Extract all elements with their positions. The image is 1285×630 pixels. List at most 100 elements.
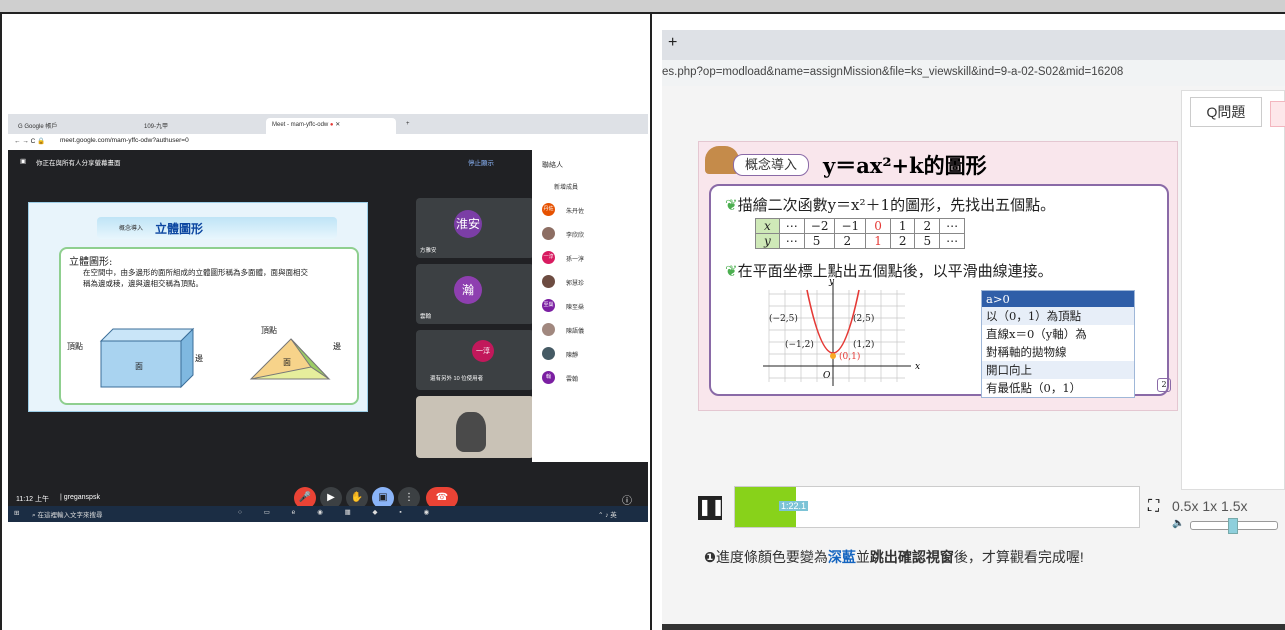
contact-item[interactable]: 陳靜 (532, 342, 648, 366)
contact-item[interactable]: 郭慧珍 (532, 270, 648, 294)
tab-label: 109-九甲 (144, 124, 169, 130)
avatar: 淮安 (454, 210, 482, 238)
tab-google-account[interactable]: G Google 帳戶 (12, 118, 63, 134)
property-row: 對稱軸的拋物線 (982, 343, 1134, 361)
contact-avatar: 至燊 (542, 299, 555, 312)
volume-icon: 🔈 (1172, 518, 1185, 529)
more-participants-label: 還有另外 10 位使用者 (430, 376, 484, 382)
url-text[interactable]: meet.google.com/mam-yffc-odw?authuser=0 (60, 137, 189, 144)
address-bar[interactable]: es.php?op=modload&name=assignMission&fil… (662, 60, 1285, 86)
add-member-label: 新增成員 (554, 185, 579, 191)
video-player-bar: ❚❚ 1:22.1 ⛶ (692, 486, 1159, 530)
system-tray-icons[interactable]: ⌃ ♪ 英 (598, 509, 617, 519)
contact-name: 李欣欣 (566, 233, 585, 239)
volume-slider[interactable]: 🔈 (1172, 518, 1282, 534)
property-row: 直線x＝0（y軸）為 (982, 325, 1134, 343)
stop-presenting-button[interactable]: 停止顯示 (468, 157, 494, 167)
add-member-button[interactable]: 新增成員 (532, 174, 648, 198)
taskbar-search-text: 在這裡輸入文字來搜尋 (37, 512, 103, 519)
participant-name: 方雅安 (420, 248, 437, 254)
point-label: (−1,2) (785, 340, 814, 350)
label-face: 面 (135, 362, 143, 371)
label-edge-2: 邊 (333, 342, 341, 351)
speed-option[interactable]: 1.5x (1221, 498, 1247, 514)
tab-class[interactable]: 109-九甲 (138, 118, 174, 134)
label-edge: 邊 (195, 354, 203, 363)
note-text: 後，才算觀看完成喔! (953, 549, 1084, 565)
label-vertex-2: 頂點 (261, 326, 277, 335)
contact-avatar (542, 275, 555, 288)
solid-figures-drawing (99, 327, 331, 389)
info-icon: ❶ (704, 549, 716, 565)
property-header: a>0 (982, 291, 1134, 307)
question-button[interactable]: Q問題 (1190, 97, 1262, 127)
x-axis-label: x (915, 362, 920, 372)
contact-item[interactable]: 翰 雲翰 (532, 366, 648, 390)
windows-taskbar: ⊞ ⌕ 在這裡輸入文字來搜尋 ○ ▭ e ◉ ▦ ◆ ▪ ◉ ⌃ ♪ 英 (8, 506, 648, 522)
lesson-slide: 概念導入 y＝ax²+k的圖形 ❦描繪二次函數y＝x²＋1的圖形，先找出五個點。… (698, 141, 1178, 411)
contact-item[interactable]: 陳語儀 (532, 318, 648, 342)
speed-selector[interactable]: 0.5x 1x 1.5x (1172, 498, 1248, 514)
contact-item[interactable]: 丹佐 朱丹佐 (532, 198, 648, 222)
contact-avatar: 丹佐 (542, 203, 555, 216)
pause-button[interactable]: ❚❚ (698, 496, 725, 520)
page-number: 2 (1157, 378, 1171, 392)
right-panel: + es.php?op=modload&name=assignMission&f… (652, 14, 1285, 630)
label-face-2: 面 (283, 358, 291, 367)
y-axis-label: y (828, 277, 835, 287)
progress-note: ❶進度條顏色要變為深藍並跳出確認視窗後，才算觀看完成喔! (704, 546, 1124, 568)
note-emphasis: 跳出確認視窗 (869, 549, 954, 565)
outer-title-bar (0, 0, 1285, 14)
meet-window: G Google 帳戶 109-九甲 Meet - mam-yffc-odw ●… (8, 114, 648, 522)
volume-handle[interactable] (1228, 518, 1238, 534)
taskbar-search[interactable]: ⌕ 在這裡輸入文字來搜尋 (32, 509, 102, 520)
new-tab-button[interactable]: + (668, 34, 677, 52)
lesson-title-text: y＝ax²+k的圖形 (823, 153, 987, 178)
slide-content-box: 立體圖形: 在空間中，由多邊形的面所組成的立體圖形稱為多面體，面與面相交稱為邊或… (59, 247, 359, 405)
info-icon[interactable]: ⓘ (622, 492, 632, 507)
contact-item[interactable]: 李欣欣 (532, 222, 648, 246)
contact-avatar (542, 227, 555, 240)
participant-name: 雲翰 (420, 314, 432, 320)
speed-option[interactable]: 0.5x (1172, 498, 1198, 514)
fullscreen-icon[interactable]: ⛶ (1148, 498, 1159, 516)
contact-name: 陳語儀 (566, 329, 585, 335)
tab-meet[interactable]: Meet - mam-yffc-odw ● ✕ (266, 118, 396, 134)
next-frame-preview (662, 624, 1285, 630)
question-panel: Q問題 (1181, 90, 1285, 490)
slide-title: 立體圖形 (155, 222, 204, 236)
label-vertex: 頂點 (67, 342, 83, 351)
contact-item[interactable]: 一淳 孫一淳 (532, 246, 648, 270)
note-emphasis: 深藍 (827, 549, 856, 565)
contact-avatar: 翰 (542, 371, 555, 384)
next-panel-tab[interactable] (1270, 101, 1285, 127)
new-tab-button[interactable]: + (400, 118, 416, 134)
participant-tile[interactable]: 瀚 雲翰 (416, 264, 534, 324)
recording-dot-icon: ● (329, 122, 334, 128)
self-video-tile[interactable] (416, 396, 534, 458)
contact-name: 孫一淳 (566, 257, 585, 263)
vertex-point-label: (0,1) (839, 352, 861, 362)
more-participants-tile[interactable]: 一淳 還有另外 10 位使用者 (416, 330, 534, 390)
nav-icons[interactable]: ← → C 🔒 (14, 137, 45, 145)
contact-name: 陳靜 (566, 353, 579, 359)
shared-slide: 概念導入 立體圖形 立體圖形: 在空間中，由多邊形的面所組成的立體圖形稱為多面體… (28, 202, 368, 412)
meeting-time: 11:12 上午 (16, 496, 49, 503)
presenting-text: 你正在與所有人分享螢幕畫面 (36, 160, 121, 167)
contact-name: 陳至燊 (566, 305, 585, 311)
origin-label: O (823, 371, 831, 381)
progress-track[interactable]: 1:22.1 (734, 486, 1140, 528)
taskbar-app-icons[interactable]: ○ ▭ e ◉ ▦ ◆ ▪ ◉ (238, 508, 439, 516)
windows-start-icon[interactable]: ⊞ (14, 509, 19, 517)
avatar: 一淳 (472, 340, 494, 362)
contact-item[interactable]: 至燊 陳至燊 (532, 294, 648, 318)
point-label: (2,5) (853, 314, 875, 324)
speed-option[interactable]: 1x (1202, 498, 1217, 514)
point-label: (−2,5) (769, 314, 798, 324)
user-video (456, 412, 486, 452)
property-row: 開口向上 (982, 361, 1134, 379)
participant-tile[interactable]: 淮安 方雅安 (416, 198, 534, 258)
property-row: 以（0，1）為頂點 (982, 307, 1134, 325)
chrome-tab-strip: G Google 帳戶 109-九甲 Meet - mam-yffc-odw ●… (8, 114, 648, 134)
presenting-bar: ▣ 你正在與所有人分享螢幕畫面 停止顯示 (8, 150, 533, 172)
